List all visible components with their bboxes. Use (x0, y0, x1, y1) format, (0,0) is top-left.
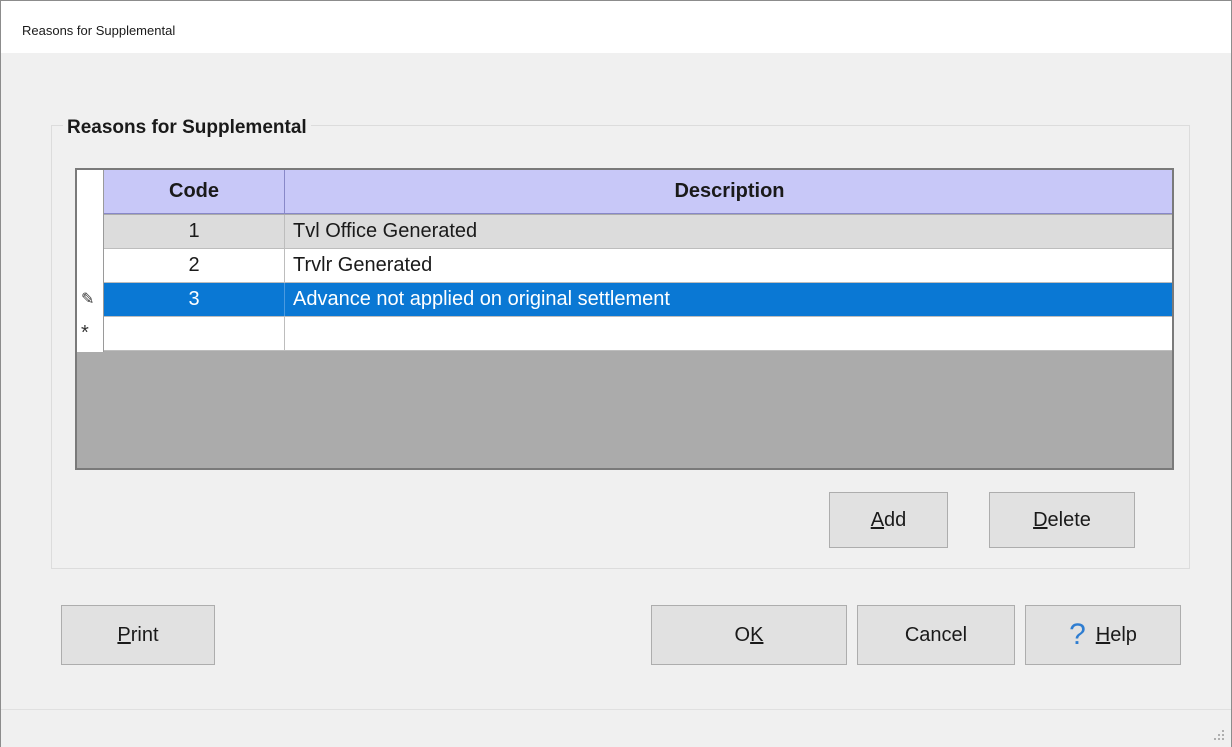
table-row-selected[interactable]: 3 Advance not applied on original settle… (104, 283, 1172, 317)
window-title: Reasons for Supplemental (22, 23, 176, 38)
cell-code[interactable]: 3 (104, 283, 285, 316)
title-bar: Reasons for Supplemental (1, 1, 1231, 53)
ok-button[interactable]: OK (651, 605, 847, 665)
cell-code[interactable] (104, 317, 285, 350)
delete-button[interactable]: Delete (989, 492, 1135, 548)
new-row-asterisk-icon: * (81, 322, 89, 344)
cell-description[interactable]: Tvl Office Generated (285, 215, 1172, 248)
resize-grip-icon[interactable] (1213, 729, 1225, 741)
table-row-new[interactable] (104, 317, 1172, 351)
column-header-description[interactable]: Description (285, 170, 1172, 214)
table-row[interactable]: 1 Tvl Office Generated (104, 215, 1172, 249)
add-button[interactable]: Add (829, 492, 948, 548)
cancel-button[interactable]: Cancel (857, 605, 1015, 665)
cell-description[interactable]: Advance not applied on original settleme… (285, 283, 1172, 316)
status-bar (1, 709, 1231, 747)
help-question-icon: ? (1069, 618, 1086, 651)
cell-description[interactable]: Trvlr Generated (285, 249, 1172, 282)
groupbox-label: Reasons for Supplemental (63, 117, 311, 139)
column-header-code[interactable]: Code (104, 170, 285, 214)
reasons-grid[interactable]: Code Description 1 Tvl Office Generated … (75, 168, 1174, 470)
cell-description[interactable] (285, 317, 1172, 350)
print-button[interactable]: Print (61, 605, 215, 665)
cell-code[interactable]: 1 (104, 215, 285, 248)
edit-pencil-icon: ✎ (81, 291, 95, 308)
dialog-window: Reasons for Supplemental Reasons for Sup… (0, 0, 1232, 747)
cell-code[interactable]: 2 (104, 249, 285, 282)
table-row[interactable]: 2 Trvlr Generated (104, 249, 1172, 283)
help-button[interactable]: ? Help (1025, 605, 1181, 665)
grid-header: Code Description (104, 170, 1172, 214)
